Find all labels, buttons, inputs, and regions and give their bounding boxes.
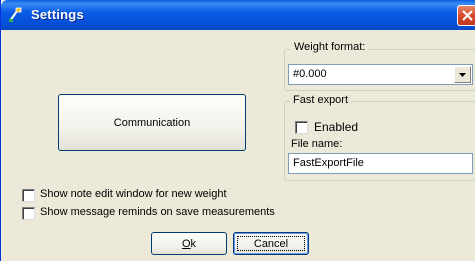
communication-button-label: Communication [113, 116, 191, 129]
enabled-checkbox[interactable] [295, 121, 308, 134]
show-note-label[interactable]: Show note edit window for new weight [40, 188, 227, 200]
fast-export-label: Fast export [290, 94, 352, 106]
weight-format-value: #0.000 [293, 68, 327, 80]
show-message-label[interactable]: Show message reminds on save measurement… [40, 206, 275, 218]
window-title: Settings [31, 7, 84, 22]
ok-button-label: Ok [182, 238, 196, 250]
ok-rest: k [190, 237, 197, 250]
chevron-down-icon [459, 73, 466, 77]
scale-app-icon [9, 7, 22, 22]
cancel-button[interactable]: Cancel [233, 232, 309, 255]
close-button[interactable] [457, 5, 475, 26]
ok-mnemonic: O [181, 237, 191, 250]
file-name-input[interactable]: FastExportFile [288, 153, 473, 174]
weight-format-select[interactable]: #0.000 [288, 64, 473, 85]
dropdown-button[interactable] [454, 66, 471, 83]
weight-format-label: Weight format: [291, 41, 369, 53]
close-icon [462, 10, 473, 21]
settings-dialog: Settings Communication Weight format: #0… [0, 0, 475, 261]
show-message-checkbox[interactable] [22, 207, 35, 220]
ok-button[interactable]: Ok [151, 232, 227, 255]
communication-button[interactable]: Communication [58, 94, 246, 151]
show-note-checkbox[interactable] [22, 189, 35, 202]
enabled-label[interactable]: Enabled [314, 120, 358, 134]
title-bar[interactable]: Settings [1, 0, 475, 30]
focus-rect [237, 236, 305, 251]
file-name-label: File name: [291, 138, 343, 150]
